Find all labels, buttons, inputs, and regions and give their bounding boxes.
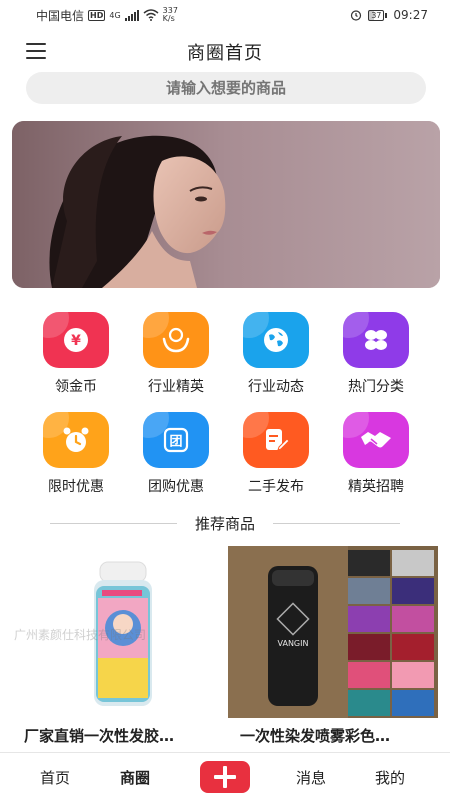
product-title: 一次性染发喷雾彩色…	[240, 727, 391, 745]
product-card[interactable]: 广州素颜仕科技有限公司 厂家直销一次性发胶…	[12, 546, 222, 752]
svg-text:团: 团	[169, 435, 182, 450]
grid-item-group-buy[interactable]: 团 团购优惠	[126, 412, 226, 502]
network-type: 4G	[109, 10, 121, 20]
edit-doc-icon	[243, 412, 309, 468]
clock: 09:27	[393, 8, 428, 22]
divider	[50, 522, 177, 524]
product-card[interactable]: VANGIN 一次性染发喷雾彩色…	[228, 546, 438, 752]
banner-image	[12, 121, 440, 288]
speed-unit: K/s	[162, 14, 175, 23]
banner-carousel[interactable]	[12, 121, 440, 288]
grid-label: 精英招聘	[348, 479, 404, 495]
bottom-tab-bar: 首页 商圈 消息 我的	[0, 752, 450, 800]
tab-messages[interactable]: 消息	[296, 767, 326, 788]
alarm-icon	[351, 10, 362, 21]
network-speed: 337 K/s	[163, 7, 178, 23]
group-buy-icon: 团	[143, 412, 209, 468]
tab-shop-circle[interactable]: 商圈	[120, 767, 150, 788]
grid-item-coins[interactable]: ¥ 领金币	[26, 312, 126, 402]
app-header: 商圈首页	[0, 34, 450, 70]
grid-label: 团购优惠	[148, 479, 204, 495]
grid-item-categories[interactable]: 热门分类	[326, 312, 426, 402]
grid-label: 领金币	[55, 379, 97, 395]
coin-icon: ¥	[43, 312, 109, 368]
recommend-header: 推荐商品	[50, 512, 401, 534]
product-brand: VANGIN	[278, 639, 309, 648]
battery-level: 37	[368, 9, 385, 21]
page-title: 商圈首页	[187, 43, 263, 64]
handshake-icon	[343, 412, 409, 468]
grid-label: 行业精英	[148, 379, 204, 395]
signal-icon	[124, 9, 139, 21]
grid-item-elite[interactable]: 行业精英	[126, 312, 226, 402]
hd-badge: HD	[88, 9, 106, 21]
alarm-clock-icon	[43, 412, 109, 468]
carrier-label: 中国电信	[36, 8, 85, 23]
status-left: 中国电信 HD 4G 337 K/s	[36, 7, 178, 24]
grid-label: 限时优惠	[48, 479, 104, 495]
grid-label: 行业动态	[248, 379, 304, 395]
product-image: 广州素颜仕科技有限公司	[12, 546, 222, 718]
battery-icon: 37	[368, 9, 388, 21]
grid-item-news[interactable]: 行业动态	[226, 312, 326, 402]
hands-icon	[143, 312, 209, 368]
add-button[interactable]	[200, 761, 250, 793]
product-watermark: 广州素颜仕科技有限公司	[14, 628, 147, 642]
grid-item-second-hand[interactable]: 二手发布	[226, 412, 326, 502]
tab-mine[interactable]: 我的	[375, 767, 405, 788]
globe-icon	[243, 312, 309, 368]
grid-label: 热门分类	[348, 379, 404, 395]
grid-item-limited-offer[interactable]: 限时优惠	[26, 412, 126, 502]
categories-icon	[343, 312, 409, 368]
status-right: 37 09:27	[350, 8, 428, 22]
tab-home[interactable]: 首页	[40, 767, 70, 788]
product-title: 厂家直销一次性发胶…	[24, 727, 175, 745]
product-image: VANGIN	[228, 546, 438, 718]
section-title: 推荐商品	[195, 514, 256, 533]
svg-text:¥: ¥	[71, 333, 81, 349]
feature-grid: ¥ 领金币 行业精英 行业动态 热门分类 限时优惠 团 团购优惠 二手发布 精英…	[0, 312, 450, 508]
search-input[interactable]	[26, 72, 426, 104]
divider	[273, 522, 401, 524]
status-bar: 中国电信 HD 4G 337 K/s 37 09:27	[0, 0, 450, 30]
grid-label: 二手发布	[248, 479, 304, 495]
wifi-icon	[143, 9, 159, 21]
hamburger-menu-icon[interactable]	[26, 43, 46, 59]
grid-item-recruit[interactable]: 精英招聘	[326, 412, 426, 502]
